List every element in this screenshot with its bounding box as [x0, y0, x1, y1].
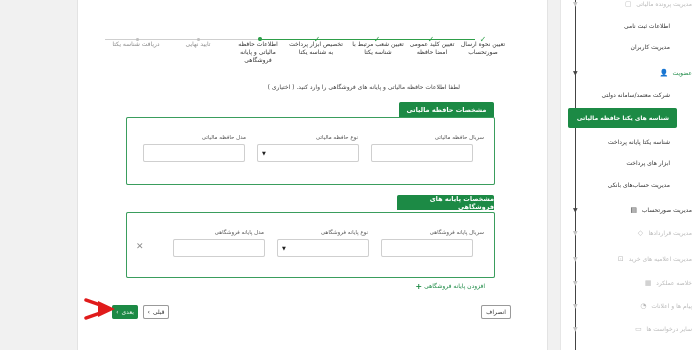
memory-model-label: مدل حافظه مالیاتی	[201, 135, 246, 141]
chevron-left-icon: ‹	[147, 308, 150, 316]
next-button-label: بعدی	[121, 308, 134, 316]
chart-icon: ▦	[644, 279, 652, 287]
intro-text: لطفا اطلاعات حافظه مالیاتی و پایانه های …	[267, 84, 460, 91]
cancel-button[interactable]: انصراف	[481, 305, 511, 319]
sidebar-item-label: خلاصه عملکرد	[656, 279, 692, 287]
sidebar-item-fiscal-memory-ids[interactable]: شناسه های یکتا حافظه مالیاتی	[568, 108, 677, 128]
chevron-down-icon[interactable]: ▼	[573, 230, 578, 237]
prev-button[interactable]: ‹ قبلی	[143, 305, 169, 319]
remove-terminal-icon[interactable]: ✕	[136, 242, 144, 252]
sidebar-item-label: مدیریت کاربران	[630, 44, 670, 51]
sidebar-item-membership[interactable]: عضویت 👤	[659, 69, 692, 77]
tag-icon: ◇	[637, 229, 644, 237]
sidebar-item-other-requests[interactable]: سایر درخواست ها ▭	[634, 325, 692, 333]
chevron-down-icon[interactable]: ▼	[573, 256, 578, 263]
chevron-down-icon[interactable]: ▼	[573, 303, 578, 310]
sidebar-item-label: شرکت معتمد/سامانه دولتی	[601, 92, 670, 99]
step-7-label: دریافت شناسه یکتا	[112, 41, 160, 48]
sidebar-item-payment-terminal-id[interactable]: شناسه یکتا پایانه پرداخت	[608, 139, 670, 146]
terminal-type-label: نوع پایانه فروشگاهی	[320, 230, 368, 236]
stepper-track-pending	[105, 39, 260, 40]
step-4-label: تخصیص ابزار پرداخت به شناسه یکتا	[289, 41, 343, 56]
sidebar-item-performance-summary[interactable]: خلاصه عملکرد ▦	[644, 279, 692, 287]
add-terminal-link[interactable]: افزودن پایانه فروشگاهی +	[415, 282, 485, 291]
terminal-section-title: مشخصات پایانه های فروشگاهی	[397, 195, 494, 211]
sidebar-item-label: شناسه های یکتا حافظه مالیاتی	[576, 114, 669, 122]
memory-type-select[interactable]: ▼	[257, 144, 359, 162]
chevron-down-icon[interactable]: ▼	[573, 207, 578, 214]
sidebar-item-tax-file[interactable]: مدیریت پرونده مالیاتی ▢	[624, 0, 692, 8]
sidebar-item-label: اطلاعات ثبت نامی	[624, 23, 670, 30]
sidebar-item-users[interactable]: مدیریت کاربران	[631, 44, 670, 51]
step-6-label: تایید نهایی	[185, 41, 211, 48]
caret-down-icon: ▼	[262, 151, 266, 157]
red-arrow-annotation	[84, 298, 115, 320]
chevron-down-icon[interactable]: ▼	[573, 326, 578, 333]
sidebar-item-label: سایر درخواست ها	[646, 325, 692, 333]
prev-button-label: قبلی	[152, 308, 165, 316]
sidebar-item-label: شناسه یکتا پایانه پرداخت	[607, 139, 670, 146]
sidebar-item-label: مدیریت پرونده مالیاتی	[636, 0, 692, 8]
sidebar-rail	[575, 0, 576, 350]
sidebar-item-purchase-notices[interactable]: مدیریت اعلامیه های خرید ⊡	[617, 255, 692, 263]
bell-icon: ◔	[640, 302, 647, 310]
sidebar-item-label: ابزار های پرداخت	[626, 160, 670, 167]
sidebar-item-messages[interactable]: پیام ها و اعلانات ◔	[639, 302, 692, 310]
terminal-model-label: مدل پایانه فروشگاهی	[214, 230, 264, 236]
sidebar-item-label: مدیریت قراردادها	[648, 229, 692, 237]
add-terminal-label: افزودن پایانه فروشگاهی	[424, 283, 485, 290]
document-icon: ▤	[630, 206, 638, 214]
message-icon: ▭	[635, 325, 642, 333]
sidebar-item-label: مدیریت اعلامیه های خرید	[628, 255, 692, 263]
sidebar-item-label: عضویت	[672, 69, 692, 77]
memory-type-label: نوع حافظه مالیاتی	[315, 135, 358, 141]
chevron-down-icon[interactable]: ▼	[573, 70, 578, 77]
sidebar-item-trusted-company[interactable]: شرکت معتمد/سامانه دولتی	[602, 92, 670, 99]
step-5-label: اطلاعات حافظه مالیاتی و پایانه فروشگاهی	[238, 41, 278, 64]
step-3-label: تعیین شعب مرتبط با شناسه یکتا	[352, 41, 404, 56]
user-icon: 👤	[659, 69, 669, 77]
chevron-down-icon[interactable]: ▼	[573, 280, 578, 287]
terminal-serial-input[interactable]	[381, 239, 473, 257]
memory-serial-input[interactable]	[371, 144, 473, 162]
terminal-model-input[interactable]	[173, 239, 265, 257]
sidebar-item-contracts[interactable]: مدیریت قراردادها ◇	[636, 229, 692, 237]
terminal-serial-label: سریال پایانه فروشگاهی	[429, 230, 484, 236]
sidebar	[560, 0, 700, 350]
sidebar-item-label: مدیریت صورتحساب	[641, 206, 692, 214]
cart-icon: ⊡	[617, 255, 624, 263]
sidebar-item-bank-accounts[interactable]: مدیریت حساب‌های بانکی	[608, 182, 670, 189]
terminal-type-select[interactable]: ▼	[277, 239, 369, 257]
step-2-label: تعیین کلید عمومی امضا حافظه	[409, 41, 455, 56]
folder-icon: ▢	[624, 0, 632, 8]
sidebar-item-registration-info[interactable]: اطلاعات ثبت نامی	[624, 23, 670, 30]
plus-icon: +	[415, 282, 423, 291]
caret-down-icon: ▼	[282, 246, 286, 252]
stepper-track-done	[260, 39, 475, 40]
sidebar-item-payment-tools[interactable]: ابزار های پرداخت	[626, 160, 670, 167]
memory-section-title: مشخصات حافظه مالیاتی	[399, 102, 494, 117]
memory-serial-label: سریال حافظه مالیاتی	[434, 135, 484, 141]
memory-model-input[interactable]	[143, 144, 245, 162]
sidebar-item-invoice-management[interactable]: مدیریت صورتحساب ▤	[630, 206, 692, 214]
chevron-down-icon[interactable]: ▼	[573, 1, 578, 8]
sidebar-item-label: پیام ها و اعلانات	[651, 302, 692, 310]
sidebar-item-label: مدیریت حساب‌های بانکی	[607, 182, 670, 189]
step-1-label: تعیین نحوه ارسال صورتحساب	[460, 41, 506, 56]
